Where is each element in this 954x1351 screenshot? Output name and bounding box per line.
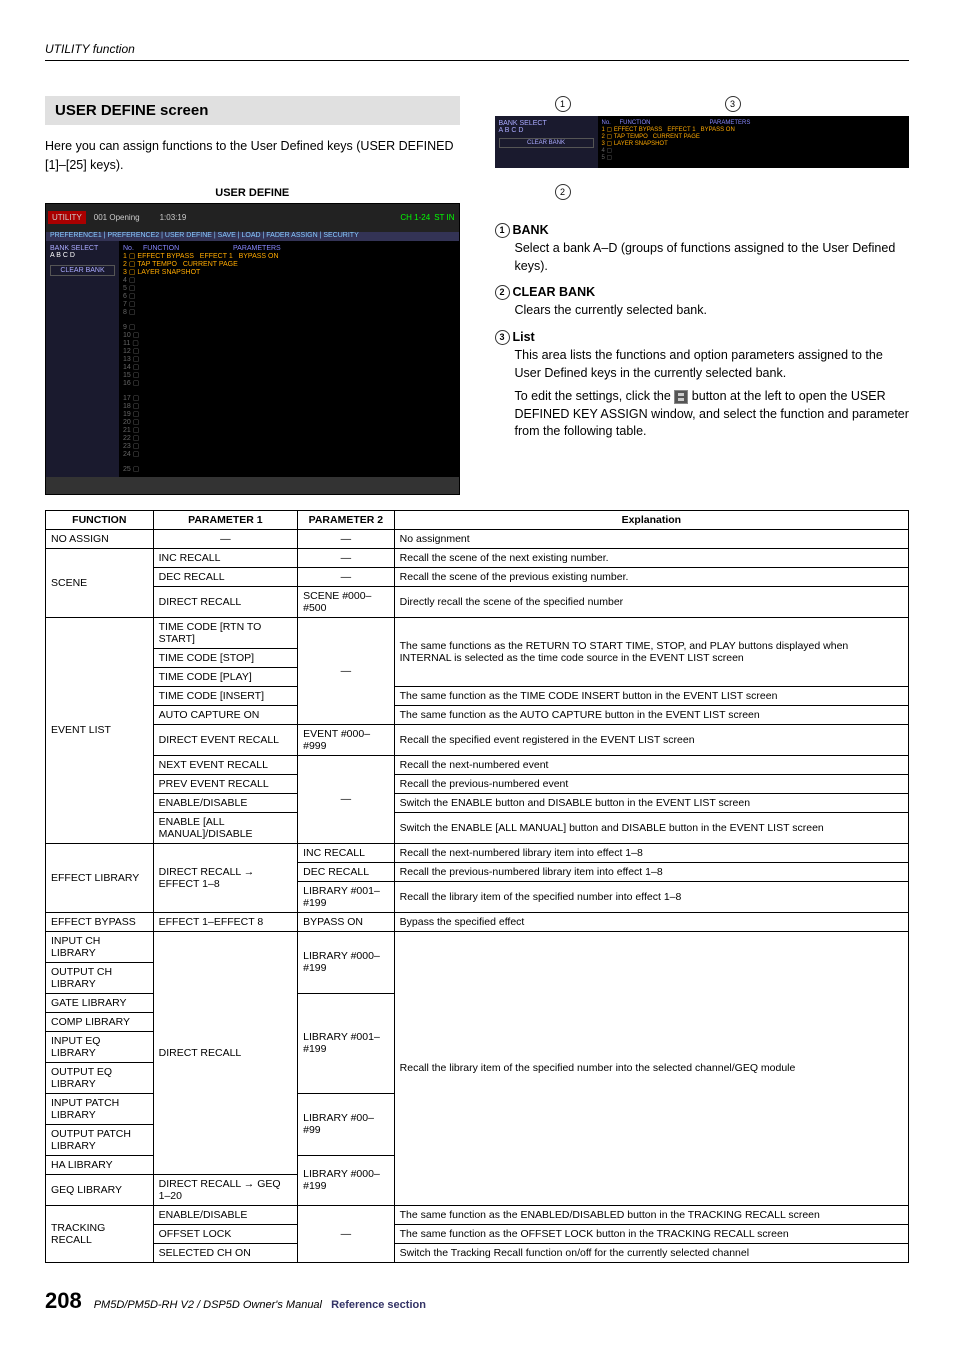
def-list-body2: To edit the settings, click the button a… (515, 388, 910, 441)
ss-func: FUNCTION (143, 245, 233, 252)
ss-top-bar: UTILITY 001 Opening 1:03:19 CH 1-24 ST I… (46, 204, 459, 232)
ss-row2: 2 ▢ TAP TEMPO CURRENT PAGE (123, 260, 455, 268)
th-p2: PARAMETER 2 (298, 510, 395, 529)
diag-clear: CLEAR BANK (499, 138, 594, 148)
table-row: TIME CODE [INSERT]The same function as t… (46, 686, 909, 705)
th-p1: PARAMETER 1 (153, 510, 298, 529)
table-row: AUTO CAPTURE ONThe same function as the … (46, 705, 909, 724)
table-row: OFFSET LOCKThe same function as the OFFS… (46, 1224, 909, 1243)
table-row: NO ASSIGN — — No assignment (46, 529, 909, 548)
table-row: EFFECT BYPASS EFFECT 1–EFFECT 8 BYPASS O… (46, 912, 909, 931)
ss-no: No. (123, 245, 143, 252)
intro-text: Here you can assign functions to the Use… (45, 137, 460, 175)
table-row: EVENT LIST TIME CODE [RTN TO START] — Th… (46, 617, 909, 648)
ss-scene: 001 Opening (94, 213, 140, 222)
screenshot-label: USER DEFINE (45, 187, 460, 199)
ss-stin: ST IN (434, 213, 454, 222)
th-function: FUNCTION (46, 510, 154, 529)
num-3-icon: 3 (495, 330, 510, 345)
callout-3: 3 (725, 96, 741, 112)
chapter-header: UTILITY function (45, 40, 909, 61)
page-number: 208 (45, 1288, 82, 1314)
section-title: USER DEFINE screen (45, 96, 460, 125)
ss-bank-select: BANK SELECT (50, 245, 115, 252)
def-list: 3List This area lists the functions and … (495, 330, 910, 441)
ss-bank-panel: BANK SELECT A B C D CLEAR BANK (46, 241, 119, 477)
function-table: FUNCTION PARAMETER 1 PARAMETER 2 Explana… (45, 510, 909, 1263)
table-row: INPUT CH LIBRARY DIRECT RECALL LIBRARY #… (46, 931, 909, 962)
def-clear: 2CLEAR BANK Clears the currently selecte… (495, 285, 910, 320)
ss-bottom-bar (46, 477, 459, 493)
callout-1: 1 (555, 96, 571, 112)
table-row: NEXT EVENT RECALL—Recall the next-number… (46, 755, 909, 774)
ss-ch: CH 1-24 (400, 213, 430, 222)
ss-tabs: PREFERENCE1 | PREFERENCE2 | USER DEFINE … (46, 232, 459, 242)
table-row: SCENE INC RECALL — Recall the scene of t… (46, 548, 909, 567)
diag-bank-btns: A B C D (499, 127, 594, 134)
def-clear-body: Clears the currently selected bank. (515, 302, 910, 320)
updown-icon (674, 390, 688, 404)
table-row: TRACKING RECALL ENABLE/DISABLE — The sam… (46, 1205, 909, 1224)
page-footer: 208 PM5D/PM5D-RH V2 / DSP5D Owner's Manu… (45, 1288, 909, 1314)
num-2-icon: 2 (495, 285, 510, 300)
diag-bank-select: BANK SELECT (499, 120, 594, 127)
table-row: DIRECT RECALL SCENE #000–#500 Directly r… (46, 586, 909, 617)
ss-bank-btns: A B C D (50, 252, 115, 259)
table-row: ENABLE/DISABLESwitch the ENABLE button a… (46, 793, 909, 812)
table-row: SELECTED CH ONSwitch the Tracking Recall… (46, 1243, 909, 1262)
ss-clear-bank: CLEAR BANK (50, 265, 115, 276)
table-row: ENABLE [ALL MANUAL]/DISABLESwitch the EN… (46, 812, 909, 843)
table-row: DEC RECALL — Recall the scene of the pre… (46, 567, 909, 586)
ss-params: PARAMETERS (233, 245, 281, 252)
def-bank: 1BANK Select a bank A–D (groups of funct… (495, 223, 910, 275)
user-define-screenshot: UTILITY 001 Opening 1:03:19 CH 1-24 ST I… (45, 203, 460, 495)
footer-ref: Reference section (331, 1299, 426, 1311)
ss-present: 1:03:19 (160, 213, 187, 222)
th-exp: Explanation (394, 510, 908, 529)
chapter-title: UTILITY function (45, 42, 135, 56)
table-row: PREV EVENT RECALLRecall the previous-num… (46, 774, 909, 793)
ss-row1: 1 ▢ EFFECT BYPASS EFFECT 1 BYPASS ON (123, 252, 455, 260)
table-row: DIRECT EVENT RECALLEVENT #000–#999Recall… (46, 724, 909, 755)
callout-diagram: 1 3 BANK SELECT A B C D CLEAR BANK No. F… (495, 96, 910, 211)
num-1-icon: 1 (495, 223, 510, 238)
table-row: EFFECT LIBRARY DIRECT RECALL → EFFECT 1–… (46, 843, 909, 862)
def-bank-body: Select a bank A–D (groups of functions a… (515, 240, 910, 275)
footer-model: PM5D/PM5D-RH V2 / DSP5D Owner's Manual (94, 1299, 322, 1311)
callout-2: 2 (555, 184, 571, 200)
ss-row3: 3 ▢ LAYER SNAPSHOT (123, 268, 455, 276)
ss-list: No. FUNCTION PARAMETERS 1 ▢ EFFECT BYPAS… (119, 241, 459, 477)
ss-mode: UTILITY (48, 211, 86, 224)
def-list-body1: This area lists the functions and option… (515, 347, 910, 382)
